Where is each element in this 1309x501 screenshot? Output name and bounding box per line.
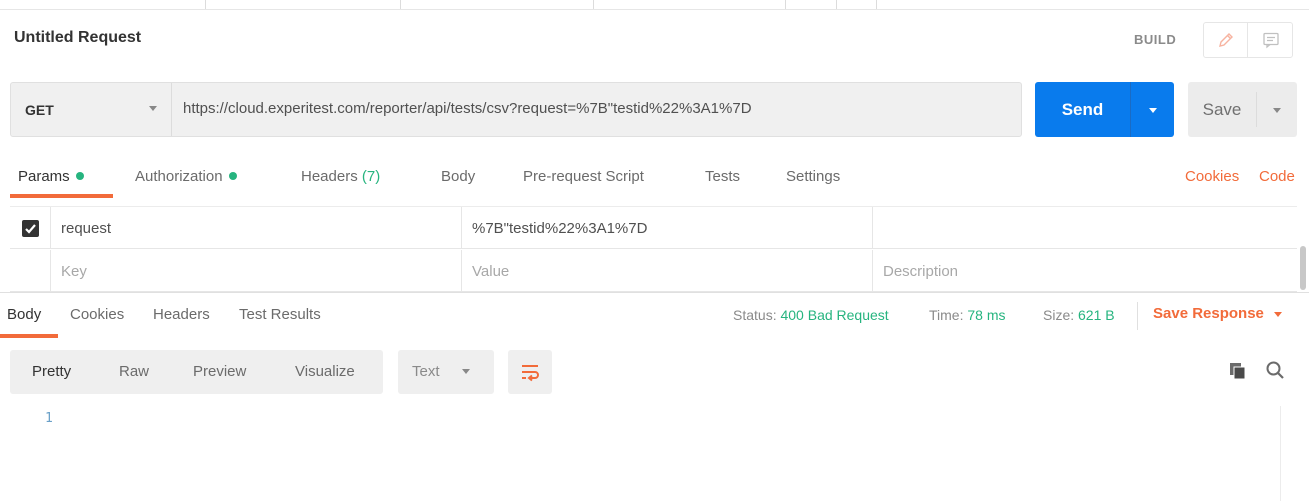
edit-button[interactable] — [1204, 23, 1248, 57]
method-select[interactable]: GET — [11, 83, 172, 136]
format-label: Text — [412, 363, 440, 380]
tab-tests[interactable]: Tests — [705, 168, 740, 185]
status-value: 400 Bad Request — [780, 307, 889, 323]
tab-params-label: Params — [18, 168, 70, 185]
url-input[interactable]: https://cloud.experitest.com/reporter/ap… — [183, 100, 752, 117]
param-value[interactable]: %7B"testid%22%3A1%7D — [462, 207, 873, 249]
request-title[interactable]: Untitled Request — [14, 29, 141, 47]
time-value: 78 ms — [967, 307, 1006, 323]
send-options-button[interactable] — [1131, 82, 1174, 137]
chevron-down-icon — [462, 369, 470, 374]
tab-response-body[interactable]: Body — [7, 306, 41, 323]
scrollbar-thumb[interactable] — [1300, 246, 1306, 290]
params-table: request %7B"testid%22%3A1%7D Key Value D… — [10, 206, 1297, 292]
table-row: request %7B"testid%22%3A1%7D — [10, 207, 1297, 249]
view-mode-group: Pretty Raw Preview Visualize — [10, 350, 383, 394]
wrap-lines-button[interactable] — [508, 350, 552, 394]
comment-icon — [1263, 32, 1279, 49]
top-tab-strip — [0, 0, 1309, 10]
chevron-down-icon — [1273, 107, 1281, 113]
mode-toggle — [1203, 22, 1293, 58]
copy-button[interactable] — [1228, 361, 1248, 385]
status-label: Status: — [733, 307, 777, 323]
new-param-value-input[interactable]: Value — [462, 250, 873, 292]
table-row-new: Key Value Description — [10, 250, 1297, 292]
tab-headers-label: Headers — [301, 168, 358, 185]
search-button[interactable] — [1265, 360, 1285, 384]
tab-response-cookies[interactable]: Cookies — [70, 306, 124, 323]
tab-headers[interactable]: Headers (7) — [301, 168, 380, 185]
line-number: 1 — [45, 411, 53, 426]
save-options-button[interactable] — [1257, 82, 1297, 137]
view-visualize[interactable]: Visualize — [295, 363, 355, 380]
auth-active-dot — [228, 172, 237, 181]
pane-divider[interactable] — [0, 292, 1309, 293]
strip-divider — [400, 0, 401, 9]
tab-authorization-label: Authorization — [135, 168, 223, 185]
save-response-button[interactable]: Save Response — [1153, 305, 1284, 322]
tab-pre-request-script[interactable]: Pre-request Script — [523, 168, 644, 185]
strip-divider — [836, 0, 837, 9]
new-param-checkbox-slot — [10, 250, 51, 292]
view-preview[interactable]: Preview — [193, 363, 246, 380]
mode-label: BUILD — [1134, 32, 1177, 47]
format-select[interactable]: Text — [398, 350, 494, 394]
meta-divider — [1137, 302, 1138, 330]
new-param-key-input[interactable]: Key — [51, 250, 462, 292]
size-label: Size: — [1043, 307, 1075, 323]
search-icon — [1266, 361, 1284, 379]
tab-settings[interactable]: Settings — [786, 168, 840, 185]
save-response-label: Save Response — [1153, 305, 1264, 322]
param-description[interactable] — [873, 207, 1297, 249]
param-key[interactable]: request — [51, 207, 462, 249]
tab-response-headers[interactable]: Headers — [153, 306, 210, 323]
strip-divider — [205, 0, 206, 9]
tab-body[interactable]: Body — [441, 168, 475, 185]
tab-test-results[interactable]: Test Results — [239, 306, 321, 323]
cookies-link[interactable]: Cookies — [1185, 168, 1239, 185]
wrap-lines-icon — [522, 365, 539, 382]
strip-divider — [785, 0, 786, 9]
request-title-bar: Untitled Request BUILD — [0, 22, 1309, 58]
response-status[interactable]: Status: 400 Bad Request — [733, 307, 889, 323]
active-tab-indicator — [0, 334, 58, 338]
params-scrollbar[interactable] — [1300, 204, 1306, 290]
chevron-down-icon — [149, 106, 157, 111]
response-size[interactable]: Size: 621 B — [1043, 307, 1115, 323]
request-tabs: Params Authorization Headers (7) Body Pr… — [0, 160, 1309, 200]
editor-scroll-track — [1280, 406, 1281, 501]
save-label: Save — [1202, 99, 1242, 119]
strip-divider — [876, 0, 877, 9]
new-param-description-input[interactable]: Description — [873, 250, 1297, 292]
tab-params[interactable]: Params — [18, 168, 84, 185]
code-link[interactable]: Code — [1259, 168, 1295, 185]
save-button[interactable]: Save — [1188, 82, 1297, 137]
copy-icon — [1230, 363, 1246, 380]
comments-button[interactable] — [1249, 23, 1293, 57]
chevron-down-icon — [1148, 107, 1157, 113]
time-label: Time: — [929, 307, 964, 323]
check-icon — [24, 223, 36, 234]
response-editor[interactable]: 1 — [0, 400, 1309, 501]
params-active-dot — [75, 172, 84, 181]
response-tabs: Body Cookies Headers Test Results Status… — [0, 302, 1309, 338]
checkbox — [21, 219, 39, 237]
strip-divider — [593, 0, 594, 9]
param-enabled-checkbox[interactable] — [10, 207, 51, 249]
send-button[interactable]: Send — [1035, 82, 1174, 137]
view-pretty[interactable]: Pretty — [32, 363, 71, 380]
headers-count: (7) — [361, 168, 381, 185]
view-raw[interactable]: Raw — [119, 363, 149, 380]
active-tab-indicator — [10, 194, 113, 198]
send-label: Send — [1061, 99, 1104, 119]
size-value: 621 B — [1078, 307, 1115, 323]
pencil-icon — [1218, 33, 1233, 47]
method-label: GET — [25, 102, 54, 118]
chevron-down-icon — [1274, 312, 1283, 318]
response-time[interactable]: Time: 78 ms — [929, 307, 1006, 323]
tab-authorization[interactable]: Authorization — [135, 168, 237, 185]
url-bar: GET https://cloud.experitest.com/reporte… — [10, 82, 1022, 137]
